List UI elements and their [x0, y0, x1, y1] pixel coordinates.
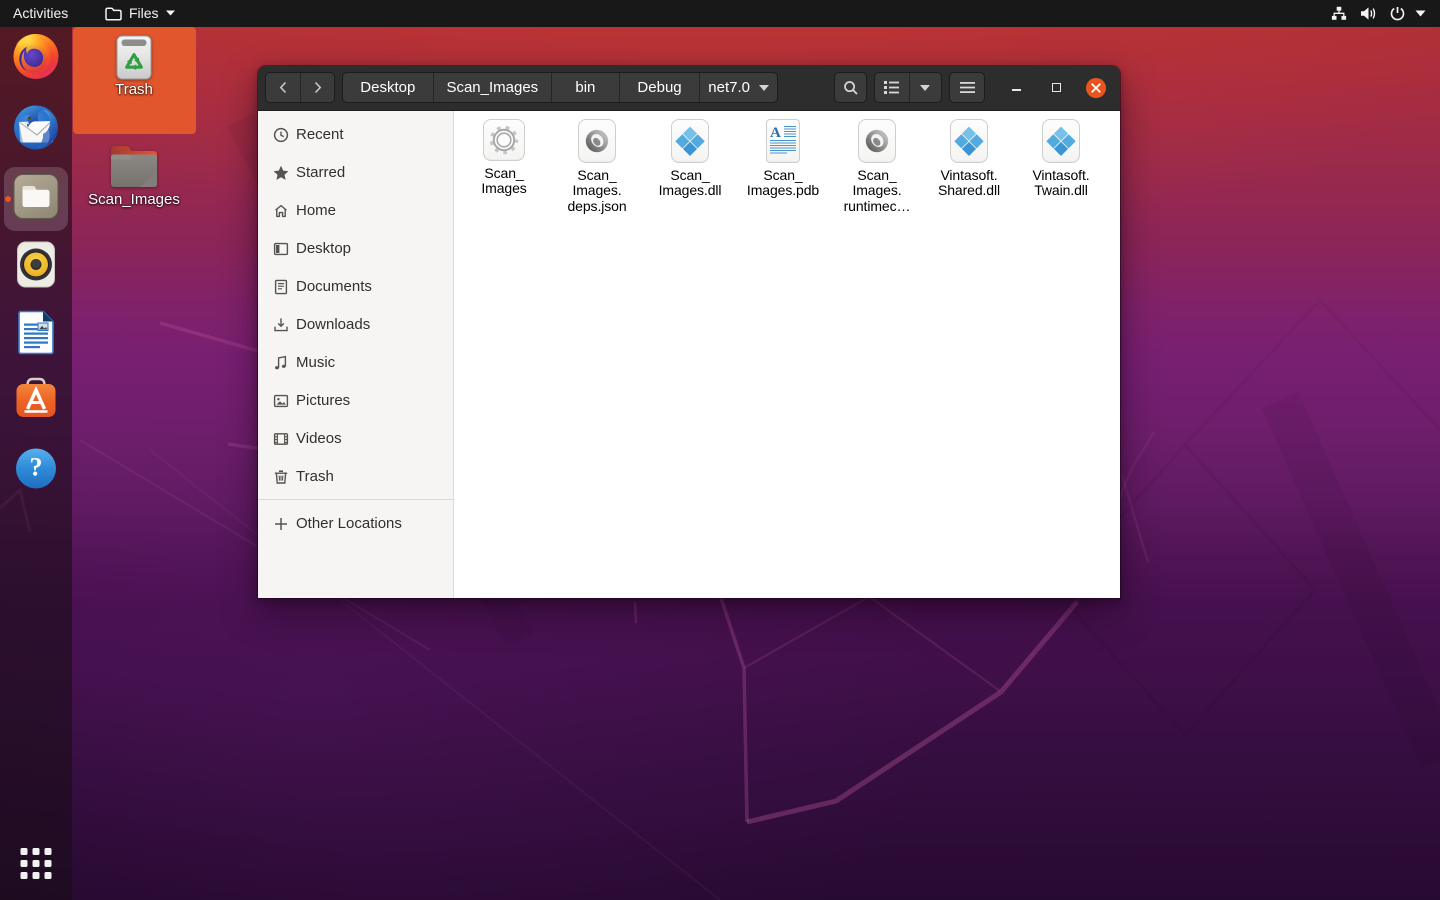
svg-text:A: A [770, 125, 781, 141]
svg-text:?: ? [30, 453, 43, 482]
